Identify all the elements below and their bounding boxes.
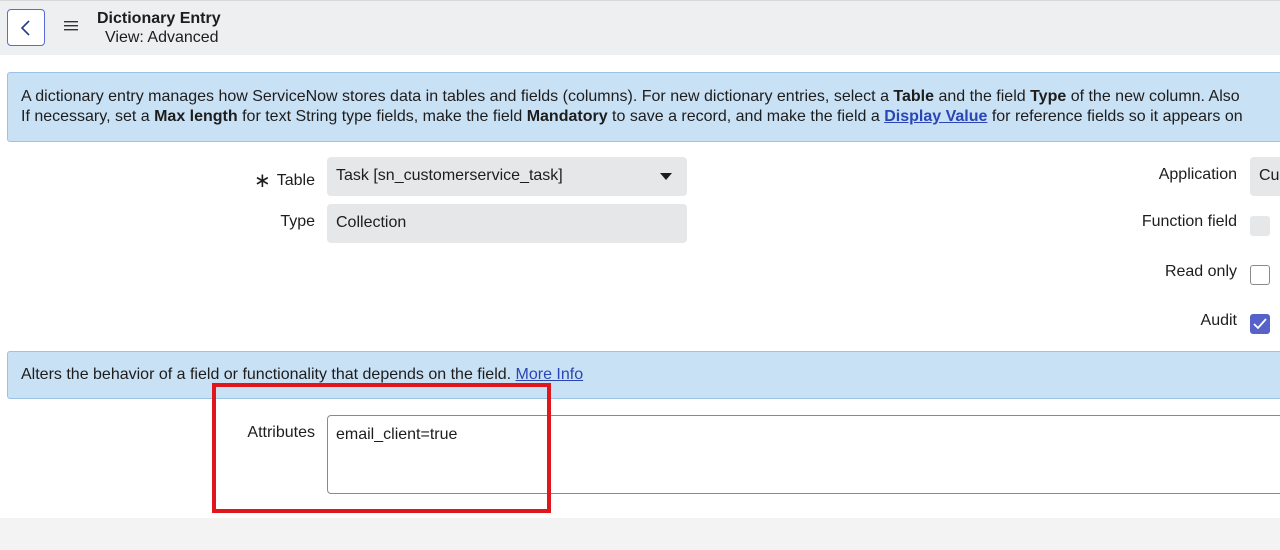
table-select-value: Task [sn_customerservice_task] <box>336 167 563 184</box>
form-footer-strip <box>0 518 1280 550</box>
checkmark-icon <box>1253 318 1267 330</box>
application-label: Application <box>1158 166 1237 183</box>
function-field-label: Function field <box>1141 213 1237 230</box>
application-field: Cu <box>1250 157 1280 196</box>
table-select[interactable]: Task [sn_customerservice_task] <box>327 157 687 196</box>
back-button[interactable] <box>7 9 45 46</box>
dictionary-info-banner: A dictionary entry manages how ServiceNo… <box>7 72 1280 142</box>
read-only-checkbox[interactable] <box>1250 265 1270 285</box>
read-only-label: Read only <box>1164 263 1237 280</box>
info-line-2: If necessary, set a Max length for text … <box>21 108 1243 125</box>
function-field-checkbox <box>1250 216 1270 236</box>
attributes-label: Attributes <box>247 424 315 441</box>
audit-label: Audit <box>1200 312 1237 329</box>
type-label: Type <box>280 213 315 230</box>
hamburger-menu-icon[interactable] <box>64 20 78 32</box>
audit-checkbox[interactable] <box>1250 314 1270 334</box>
chevron-left-icon <box>20 20 30 36</box>
type-field: Collection <box>327 204 687 243</box>
table-label: ∗ Table <box>253 170 315 192</box>
attributes-info-banner: Alters the behavior of a field or functi… <box>7 351 1280 399</box>
more-info-link[interactable]: More Info <box>516 366 584 383</box>
display-value-link[interactable]: Display Value <box>884 108 987 125</box>
dropdown-arrow-icon <box>660 173 672 180</box>
info-line-1: A dictionary entry manages how ServiceNo… <box>21 88 1240 105</box>
attributes-textarea[interactable]: email_client=true <box>327 415 1280 494</box>
page-title: Dictionary Entry <box>97 10 221 27</box>
attributes-info-text: Alters the behavior of a field or functi… <box>21 366 516 383</box>
view-label: View: Advanced <box>105 29 219 46</box>
required-icon: ∗ <box>253 170 271 192</box>
form-header: Dictionary Entry View: Advanced <box>0 0 1280 55</box>
